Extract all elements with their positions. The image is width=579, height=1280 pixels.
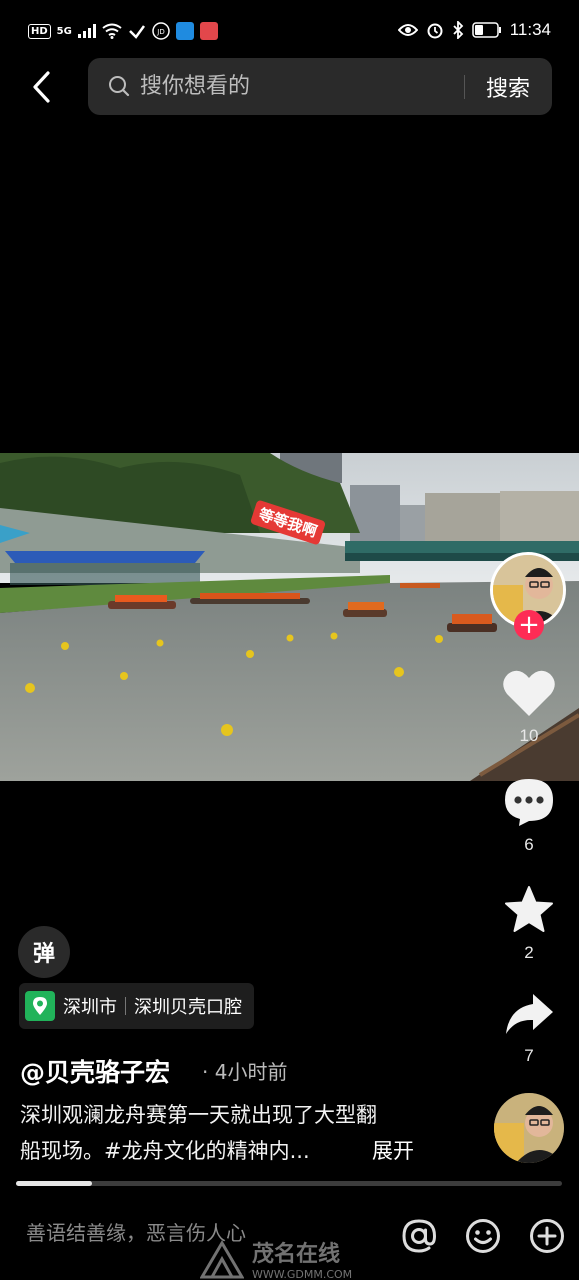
search-icon — [109, 76, 130, 97]
hotspot-icon — [128, 25, 145, 39]
search-bar[interactable]: 搜索 — [88, 58, 552, 115]
caption-line-1: 深圳观澜龙舟赛第一天就出现了大型翻 — [20, 1103, 377, 1127]
at-sign-icon — [402, 1219, 437, 1253]
notification-app-icon-blue — [175, 22, 194, 40]
share-arrow-icon — [506, 994, 553, 1034]
watermark-logo — [200, 1239, 244, 1278]
comment-button[interactable]: 6 — [494, 777, 564, 855]
video-progress-bar[interactable] — [16, 1181, 562, 1186]
share-button[interactable]: 7 — [494, 992, 564, 1066]
status-left-icons: HD 5G JD — [28, 22, 218, 40]
watermark: 茂名在线 WWW.GDMM.COM — [200, 1236, 352, 1280]
location-place: 深圳贝壳口腔 — [134, 997, 242, 1018]
plus-circle-icon — [530, 1219, 564, 1253]
music-disc-image — [494, 1093, 564, 1163]
svg-text:JD: JD — [156, 28, 164, 36]
progress-fill — [16, 1181, 93, 1186]
bluetooth-icon — [453, 21, 463, 39]
alarm-icon — [427, 23, 443, 39]
favorite-count: 2 — [524, 943, 534, 962]
status-right-icons: 11:34 — [397, 20, 551, 40]
heart-icon — [503, 670, 555, 716]
star-icon — [505, 886, 553, 932]
post-time: · 4小时前 — [202, 1060, 288, 1084]
share-count: 7 — [524, 1046, 534, 1065]
follow-button[interactable]: + — [514, 610, 544, 640]
chevron-left-icon — [33, 71, 50, 103]
location-separator — [125, 997, 126, 1015]
eye-icon — [397, 24, 418, 36]
hd-indicator: HD — [28, 23, 51, 39]
author-name[interactable]: @贝壳骆子宏 — [20, 1053, 170, 1089]
like-count: 10 — [519, 726, 539, 745]
search-input[interactable] — [140, 71, 460, 101]
watermark-url: WWW.GDMM.COM — [252, 1268, 353, 1280]
comment-count: 6 — [524, 835, 534, 854]
add-button[interactable] — [528, 1217, 566, 1255]
jd-app-icon: JD — [152, 22, 170, 40]
network-type: 5G — [56, 25, 72, 37]
music-disc[interactable] — [494, 1093, 564, 1163]
favorite-button[interactable]: 2 — [494, 885, 564, 963]
search-button[interactable]: 搜索 — [486, 71, 530, 103]
status-bar: HD 5G JD 11:34 — [0, 0, 579, 62]
like-button[interactable]: 10 — [494, 668, 564, 746]
signal-icon — [77, 24, 96, 38]
location-city: 深圳市 — [63, 997, 117, 1018]
danmaku-toggle-button[interactable]: 弹 — [18, 926, 70, 978]
location-pin-icon — [25, 991, 55, 1021]
location-tag[interactable]: 深圳市 深圳贝壳口腔 — [19, 983, 254, 1029]
mention-button[interactable] — [400, 1217, 438, 1255]
status-time: 11:34 — [509, 20, 551, 39]
watermark-text: 茂名在线 — [252, 1242, 341, 1267]
emoji-button[interactable] — [464, 1217, 502, 1255]
notification-app-icon-red — [199, 22, 218, 40]
battery-icon — [471, 22, 501, 38]
author-avatar-block[interactable]: + — [490, 552, 568, 640]
plus-icon: + — [518, 610, 540, 640]
wifi-icon — [102, 23, 122, 39]
back-button[interactable] — [24, 66, 58, 108]
expand-button[interactable]: 展开 — [372, 1133, 414, 1169]
search-divider — [464, 75, 465, 99]
emoji-smile-icon — [466, 1219, 500, 1253]
comment-bubble-icon — [505, 779, 553, 826]
